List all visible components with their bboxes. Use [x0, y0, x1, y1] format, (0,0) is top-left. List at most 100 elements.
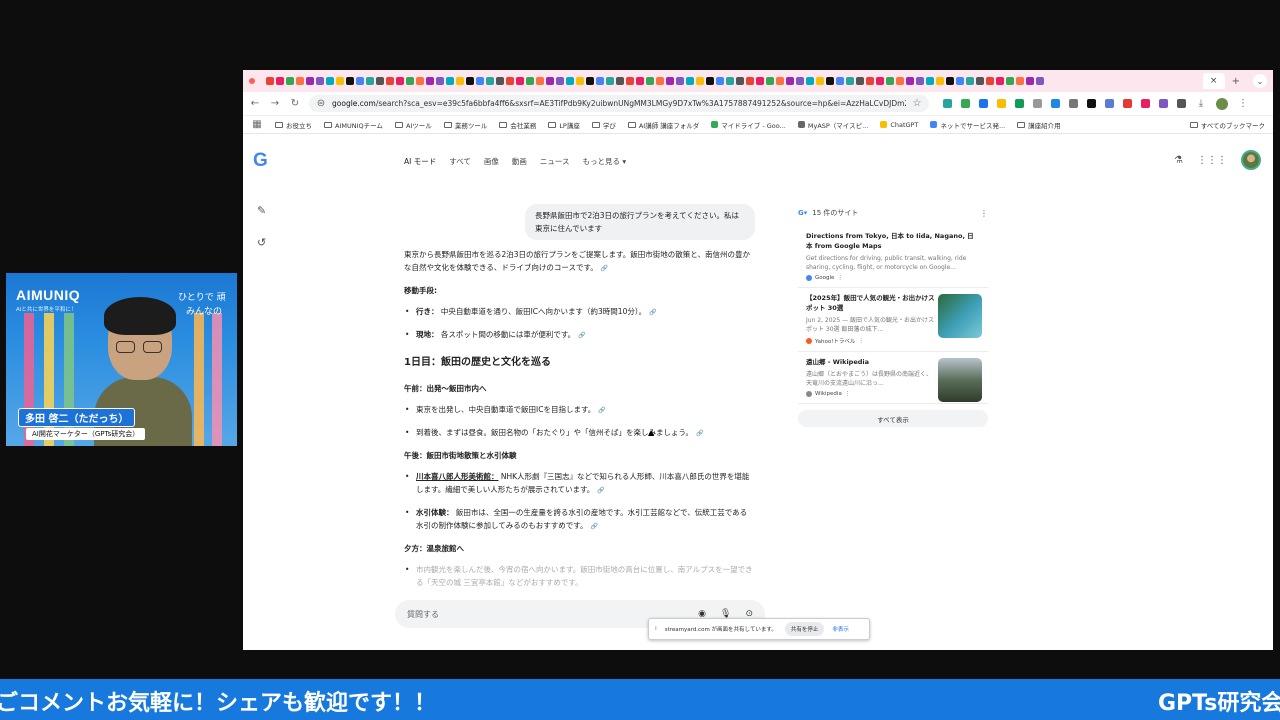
close-window-dot[interactable]	[249, 78, 255, 84]
tab-favicon-icon[interactable]	[736, 77, 744, 85]
tab-favicon-icon[interactable]	[316, 77, 324, 85]
address-bar[interactable]: ⊜ google.com/search?sca_esv=e39c5fa6bbfa…	[309, 95, 929, 112]
source-thumbnail[interactable]	[938, 358, 982, 402]
tab-favicon-icon[interactable]	[606, 77, 614, 85]
bookmark-star-icon[interactable]: ☆	[911, 98, 923, 109]
tab-favicon-icon[interactable]	[366, 77, 374, 85]
extensions-puzzle-icon[interactable]	[1177, 99, 1186, 108]
tab-favicon-icon[interactable]	[576, 77, 584, 85]
source-card[interactable]: 遠山郷 - Wikipedia 遠山郷（とおやまごう）は長野県の南端近く、天竜川…	[798, 352, 988, 404]
tab-favicon-icon[interactable]	[976, 77, 984, 85]
tab-favicon-icon[interactable]	[866, 77, 874, 85]
tab-favicon-icon[interactable]	[406, 77, 414, 85]
tab-favicon-icon[interactable]	[836, 77, 844, 85]
tab-favicon-icon[interactable]	[706, 77, 714, 85]
tab-favicon-icon[interactable]	[756, 77, 764, 85]
menu-kebab-icon[interactable]: ⋮	[1237, 98, 1249, 109]
tab-favicon-icon[interactable]	[276, 77, 284, 85]
tab-favicon-icon[interactable]	[886, 77, 894, 85]
tab-favicon-icon[interactable]	[486, 77, 494, 85]
tab-favicon-icon[interactable]	[1006, 77, 1014, 85]
tab-favicon-icon[interactable]	[616, 77, 624, 85]
extension-icon[interactable]	[1015, 99, 1024, 108]
tab-favicon-icon[interactable]	[566, 77, 574, 85]
extension-icon[interactable]	[1105, 99, 1114, 108]
tab-favicon-icon[interactable]	[516, 77, 524, 85]
tab-favicon-icon[interactable]	[916, 77, 924, 85]
tab-favicon-icon[interactable]	[826, 77, 834, 85]
source-title[interactable]: 【2025年】飯田で人気の観光・お出かけスポット 30選	[806, 293, 936, 313]
bookmark-item[interactable]: AI講師 講座フォルダ	[627, 120, 699, 130]
show-all-button[interactable]: すべて表示	[798, 410, 988, 427]
bookmark-item[interactable]: ネットでサービス発...	[930, 120, 1005, 130]
download-icon[interactable]: ⤓	[1195, 98, 1207, 109]
tab-favicon-icon[interactable]	[786, 77, 794, 85]
bookmark-item[interactable]: お役立ち	[275, 120, 312, 130]
ask-input[interactable]: 質問する	[407, 609, 684, 620]
link-icon[interactable]: 🔗	[696, 430, 703, 437]
history-icon[interactable]: ↺	[257, 236, 266, 249]
tab-favicon-icon[interactable]	[346, 77, 354, 85]
tab-favicon-icon[interactable]	[306, 77, 314, 85]
tab-favicon-icon[interactable]	[946, 77, 954, 85]
tab-favicon-icon[interactable]	[676, 77, 684, 85]
tab-favicon-icon[interactable]	[806, 77, 814, 85]
link-icon[interactable]: 🔗	[597, 487, 604, 494]
link-icon[interactable]: 🔗	[601, 265, 608, 272]
tab-favicon-icon[interactable]	[556, 77, 564, 85]
tab-favicon-icon[interactable]	[396, 77, 404, 85]
hide-button[interactable]: 非表示	[832, 625, 849, 633]
tab-favicon-icon[interactable]	[846, 77, 854, 85]
reload-icon[interactable]: ↻	[289, 98, 301, 109]
tab-favicon-icon[interactable]	[376, 77, 384, 85]
profile-avatar[interactable]	[1216, 97, 1228, 110]
tab-favicon-icon[interactable]	[1026, 77, 1034, 85]
source-card[interactable]: 【2025年】飯田で人気の観光・お出かけスポット 30選 Jun 2, 2025…	[798, 288, 988, 352]
search-tab[interactable]: 画像	[484, 156, 499, 167]
bookmark-item[interactable]: マイドライブ - Goo...	[711, 120, 786, 130]
apps-grid-icon[interactable]: ⋮⋮⋮	[1197, 155, 1227, 166]
tab-favicon-icon[interactable]	[356, 77, 364, 85]
extension-icon[interactable]	[1051, 99, 1060, 108]
search-tab[interactable]: 動画	[512, 156, 527, 167]
tab-favicon-icon[interactable]	[726, 77, 734, 85]
extension-icon[interactable]	[1141, 99, 1150, 108]
source-card[interactable]: Directions from Tokyo, 日本 to Iida, Nagan…	[798, 226, 988, 288]
bookmark-item[interactable]: ChatGPT	[880, 121, 918, 129]
search-tab[interactable]: もっと見る ▾	[583, 156, 627, 167]
source-thumbnail[interactable]	[938, 294, 982, 338]
tab-favicon-icon[interactable]	[546, 77, 554, 85]
tab-favicon-icon[interactable]	[466, 77, 474, 85]
search-tab[interactable]: すべて	[449, 156, 471, 167]
tab-favicon-icon[interactable]	[666, 77, 674, 85]
search-tab[interactable]: AI モード	[404, 156, 436, 167]
all-bookmarks[interactable]: すべてのブックマーク	[1189, 120, 1265, 130]
tab-favicon-icon[interactable]	[416, 77, 424, 85]
tab-favicon-icon[interactable]	[716, 77, 724, 85]
tab-favicon-icon[interactable]	[926, 77, 934, 85]
bookmark-item[interactable]: 会社業務	[499, 120, 536, 130]
tab-close-icon[interactable]: ×	[1202, 73, 1225, 89]
tab-favicon-icon[interactable]	[586, 77, 594, 85]
tab-favicon-icon[interactable]	[796, 77, 804, 85]
extension-icon[interactable]	[1159, 99, 1168, 108]
notion-icon[interactable]	[1087, 99, 1096, 108]
extension-icon[interactable]	[1033, 99, 1042, 108]
bookmark-item[interactable]: 学び	[591, 120, 616, 130]
tab-favicon-icon[interactable]	[526, 77, 534, 85]
tab-favicon-icon[interactable]	[646, 77, 654, 85]
tab-favicon-icon[interactable]	[596, 77, 604, 85]
tab-favicon-icon[interactable]	[896, 77, 904, 85]
tab-favicon-icon[interactable]	[856, 77, 864, 85]
extension-icon[interactable]	[997, 99, 1006, 108]
forward-icon[interactable]: →	[269, 98, 281, 109]
google-logo[interactable]: G	[253, 150, 268, 172]
source-title[interactable]: 遠山郷 - Wikipedia	[806, 357, 936, 367]
tab-favicon-icon[interactable]	[746, 77, 754, 85]
link-icon[interactable]: 🔗	[591, 523, 598, 530]
bookmark-item[interactable]: MyASP（マイスピ...	[797, 120, 868, 130]
link-icon[interactable]: 🔗	[578, 332, 585, 339]
stop-sharing-button[interactable]: 共有を停止	[784, 622, 825, 636]
tab-search-icon[interactable]: ⌄	[1253, 74, 1267, 88]
tab-favicon-icon[interactable]	[906, 77, 914, 85]
